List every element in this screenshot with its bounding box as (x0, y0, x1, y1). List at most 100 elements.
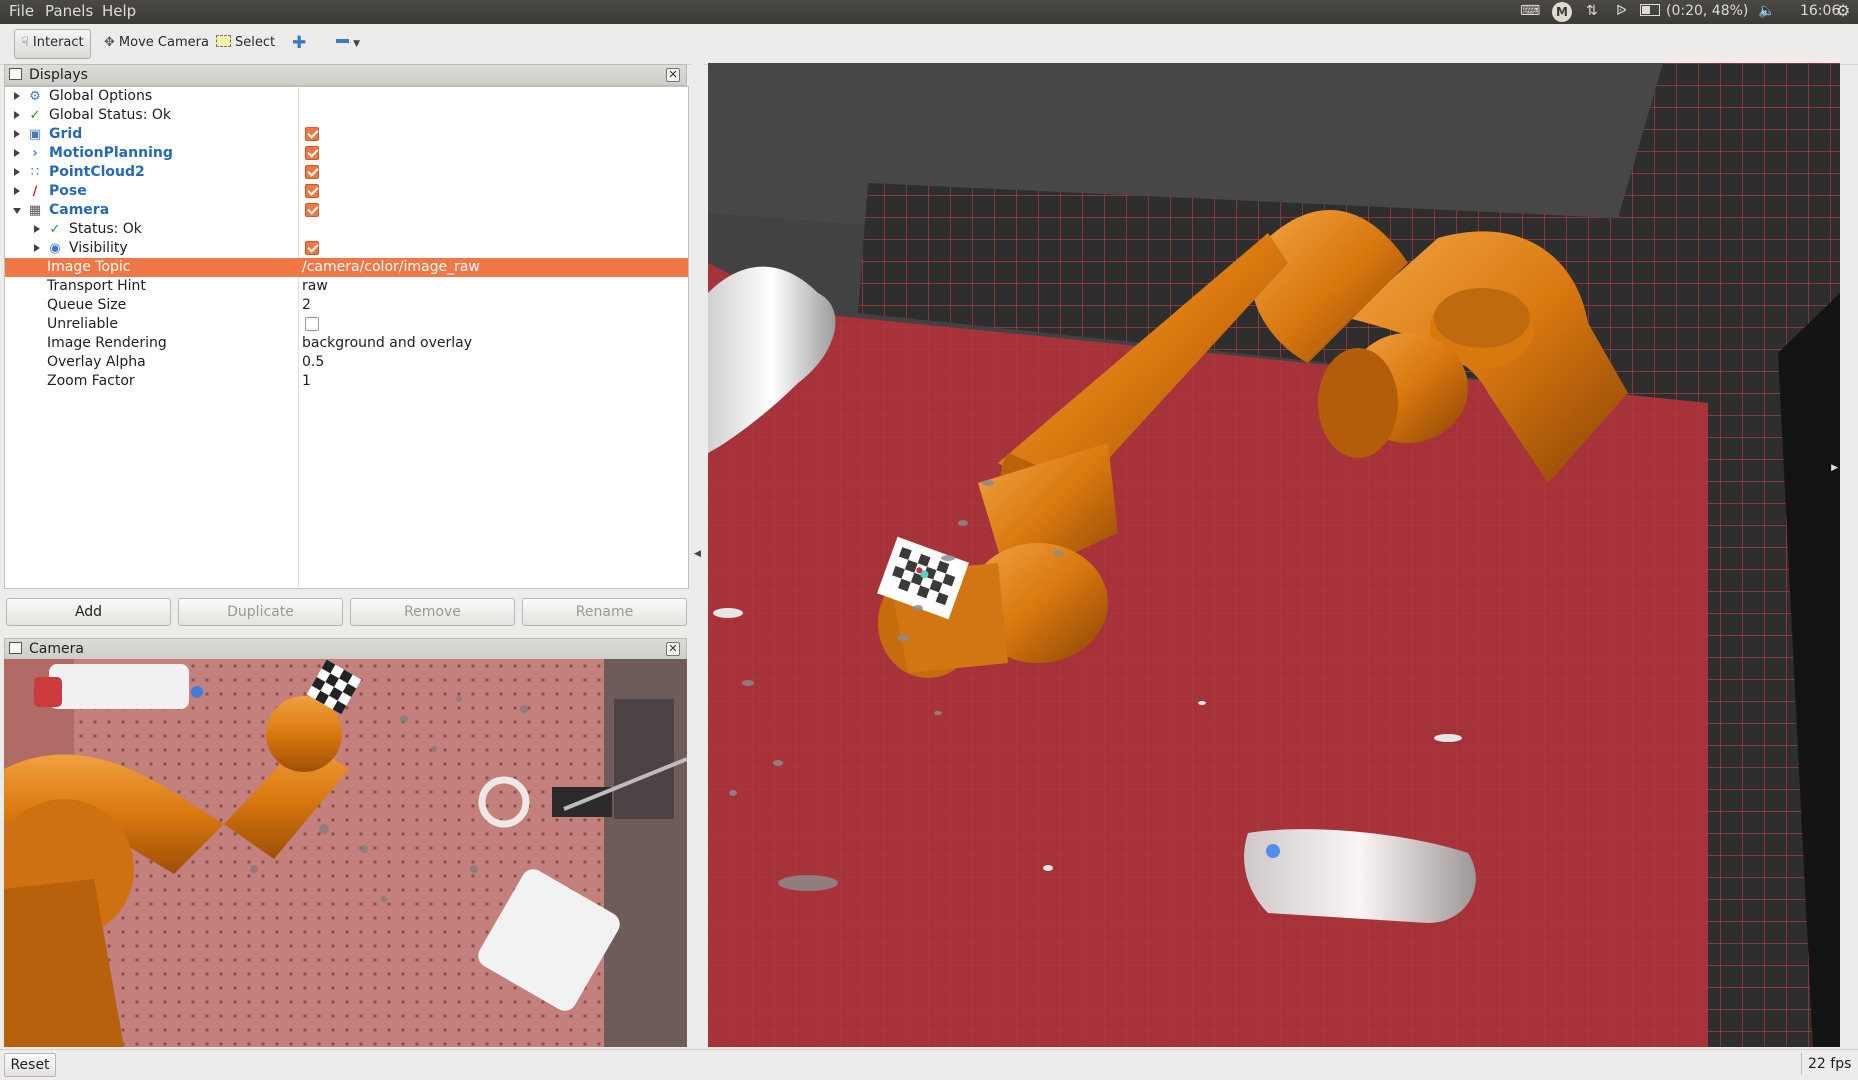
collapse-left-icon[interactable]: ◀ (694, 549, 701, 559)
battery-status: (0:20, 48%) (1666, 3, 1749, 19)
tree-row-queue-size[interactable]: Queue Size 2 (5, 296, 688, 315)
tree-row-visibility[interactable]: ◉ Visibility (5, 239, 688, 258)
tree-label: Global Status: Ok (49, 107, 172, 123)
move-camera-label: Move Camera (118, 35, 209, 50)
tree-row-global-status[interactable]: ✓ Global Status: Ok (5, 106, 688, 125)
check-icon: ✓ (29, 108, 41, 123)
tree-row-pose[interactable]: ∕ Pose (5, 182, 688, 201)
add-tool-plus-icon[interactable]: ✚ (286, 29, 312, 57)
expand-arrow-icon[interactable] (14, 92, 20, 100)
tree-row-unreliable[interactable]: Unreliable (5, 315, 688, 334)
visibility-checkbox[interactable] (305, 241, 319, 255)
chevron-down-icon: ▼ (353, 39, 361, 49)
pointcloud-icon: ∷ (30, 165, 40, 180)
remove-tool-dropdown[interactable]: ▼ (330, 29, 366, 57)
tree-label: MotionPlanning (49, 145, 173, 161)
tree-row-overlay-alpha[interactable]: Overlay Alpha 0.5 (5, 353, 688, 372)
expand-arrow-icon[interactable] (14, 187, 20, 195)
tree-label: Unreliable (47, 316, 118, 332)
select-rectangle-icon (216, 29, 231, 57)
zoom-factor-value[interactable]: 1 (302, 372, 311, 391)
camera-image-view[interactable] (4, 659, 687, 1047)
expand-arrow-icon[interactable] (14, 130, 20, 138)
status-bar: Reset 22 fps (0, 1049, 1858, 1080)
reset-button[interactable]: Reset (4, 1053, 56, 1077)
queue-size-value[interactable]: 2 (302, 296, 311, 315)
tree-row-motion-planning[interactable]: › MotionPlanning (5, 144, 688, 163)
collapse-right-icon[interactable]: ▶ (1831, 463, 1838, 473)
menu-panels[interactable]: Panels (45, 2, 93, 20)
camera-icon (9, 642, 22, 654)
tool-bar: ☟ Interact ✥ Move Camera Select ✚ ▼ (0, 24, 1858, 65)
unreliable-checkbox[interactable] (305, 317, 319, 331)
image-rendering-value[interactable]: background and overlay (302, 334, 472, 353)
image-topic-value[interactable]: /camera/color/image_raw (302, 258, 480, 277)
bluetooth-icon[interactable]: ᐉ (1616, 3, 1627, 19)
check-icon: ✓ (49, 222, 61, 237)
panel-splitter[interactable]: ◀ (692, 63, 704, 1047)
camera-panel-header: Camera ✕ (4, 638, 687, 660)
move-camera-icon: ✥ (104, 35, 115, 50)
tree-row-zoom-factor[interactable]: Zoom Factor 1 (5, 372, 688, 391)
duplicate-button[interactable]: Duplicate (178, 598, 343, 626)
expand-arrow-icon[interactable] (14, 111, 20, 119)
select-label: Select (235, 35, 276, 50)
expand-arrow-icon[interactable] (14, 168, 20, 176)
m-indicator-icon[interactable]: M (1552, 2, 1572, 22)
menu-file[interactable]: File (9, 2, 34, 20)
clock[interactable]: 16:06 (1800, 3, 1840, 19)
camera-image (4, 659, 687, 1047)
keyboard-icon[interactable]: ⌨ (1520, 3, 1540, 19)
motion-planning-icon: › (32, 146, 38, 161)
tree-label: Visibility (69, 240, 128, 256)
minus-icon (336, 39, 349, 43)
tree-row-pointcloud2[interactable]: ∷ PointCloud2 (5, 163, 688, 182)
add-button[interactable]: Add (6, 598, 171, 626)
system-menu-bar: File Panels Help ⌨ M ⇅ ᐉ (0:20, 48%) 🔈 1… (0, 0, 1858, 24)
tree-row-camera[interactable]: ▦ Camera (5, 201, 688, 220)
remove-button[interactable]: Remove (350, 598, 515, 626)
tree-label: Transport Hint (47, 278, 146, 294)
tree-row-global-options[interactable]: ⚙ Global Options (5, 87, 688, 106)
network-icon[interactable]: ⇅ (1586, 3, 1598, 19)
fps-readout: 22 fps (1801, 1053, 1858, 1075)
move-camera-tool-button[interactable]: ✥ Move Camera (98, 29, 215, 57)
expand-arrow-icon[interactable] (14, 149, 20, 157)
rename-button[interactable]: Rename (522, 598, 687, 626)
expand-arrow-icon[interactable] (34, 225, 40, 233)
camera-enabled-checkbox[interactable] (305, 203, 319, 217)
settings-gear-icon[interactable]: ⚙ (1836, 1, 1850, 20)
pose-arrow-icon: ∕ (32, 184, 38, 199)
tree-label: Image Rendering (47, 335, 167, 351)
tree-row-grid[interactable]: ▣ Grid (5, 125, 688, 144)
tree-row-camera-status[interactable]: ✓ Status: Ok (5, 220, 688, 239)
interact-tool-button[interactable]: ☟ Interact (14, 29, 91, 59)
pose-enabled-checkbox[interactable] (305, 184, 319, 198)
tree-label: Image Topic (47, 259, 131, 275)
volume-muted-icon[interactable]: 🔈 (1758, 3, 1775, 19)
overlay-alpha-value[interactable]: 0.5 (302, 353, 324, 372)
monitor-icon (9, 68, 22, 80)
collapse-arrow-icon[interactable] (13, 208, 21, 214)
tree-row-image-rendering[interactable]: Image Rendering background and overlay (5, 334, 688, 353)
transport-hint-value[interactable]: raw (302, 277, 328, 296)
battery-icon[interactable] (1640, 3, 1660, 19)
tree-label: Zoom Factor (47, 373, 135, 389)
close-icon[interactable]: ✕ (666, 642, 680, 656)
rviz-3d-view[interactable]: ▶ (708, 63, 1840, 1047)
tree-row-image-topic[interactable]: Image Topic /camera/color/image_raw (5, 258, 688, 277)
grid-icon: ▣ (28, 127, 42, 142)
displays-tree[interactable]: ⚙ Global Options ✓ Global Status: Ok ▣ G… (4, 86, 689, 589)
tree-row-transport-hint[interactable]: Transport Hint raw (5, 277, 688, 296)
tree-label: Pose (49, 183, 87, 199)
expand-arrow-icon[interactable] (34, 244, 40, 252)
tree-label: PointCloud2 (49, 164, 145, 180)
select-tool-button[interactable]: Select (210, 29, 281, 57)
tree-label: Camera (49, 202, 110, 218)
tree-label: Queue Size (47, 297, 127, 313)
motion-planning-enabled-checkbox[interactable] (305, 146, 319, 160)
pointcloud2-enabled-checkbox[interactable] (305, 165, 319, 179)
close-icon[interactable]: ✕ (666, 68, 680, 82)
menu-help[interactable]: Help (102, 2, 136, 20)
grid-enabled-checkbox[interactable] (305, 127, 319, 141)
